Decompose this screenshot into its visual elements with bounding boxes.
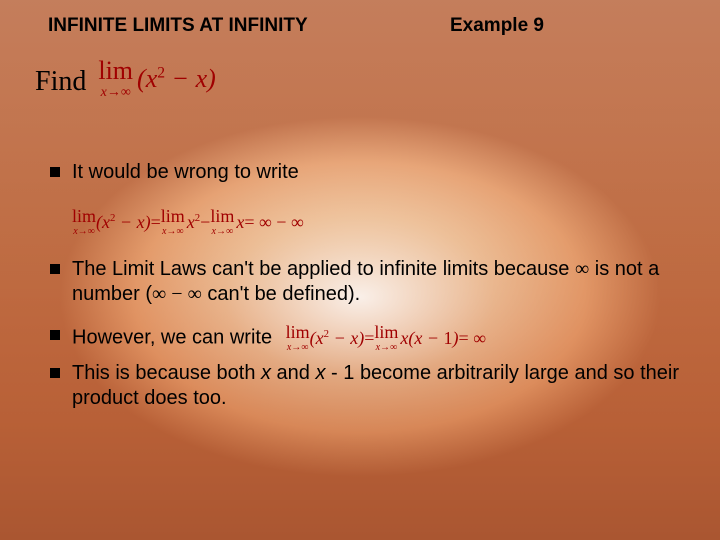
find-label: Find [35,66,86,98]
eq-2: = ∞ [459,327,486,350]
bullet-marker-icon [50,330,60,340]
lim-text: lim [210,207,234,225]
t2-body: x [236,212,244,233]
lim-1: lim x→∞ [72,207,96,237]
lhs-body: (x2 − x) [310,327,365,350]
infinity-minus-infinity: ∞ − ∞ [152,283,202,305]
bullet-1-text: It would be wrong to write [72,160,690,185]
b4-mid: and [271,362,315,384]
limit-symbol: lim x→∞ [98,58,133,100]
t1-body: x(x − 1) [400,327,458,350]
lim-subscript: x→∞ [101,86,131,100]
body: It would be wrong to write lim x→∞ (x2 −… [50,160,690,427]
eq-1: = [364,327,374,350]
b2-post: can't be defined). [202,283,360,305]
bullet-4-text: This is because both x and x - 1 become … [72,361,690,411]
correct-equation: lim x→∞ (x2 − x) = lim x→∞ x(x − 1) = ∞ [286,323,486,353]
b3-text: However, we can write [72,326,272,348]
lim-text: lim [161,207,185,225]
bullet-3: However, we can write lim x→∞ (x2 − x) =… [50,323,690,353]
main-limit-expression: lim x→∞ (x2 − x) [98,58,215,100]
bullet-2-text: The Limit Laws can't be applied to infin… [72,257,690,307]
example-label: Example 9 [450,15,544,37]
lim-4: lim x→∞ [286,323,310,353]
bullet-3-text: However, we can write lim x→∞ (x2 − x) =… [72,323,690,353]
lhs-body: (x2 − x) [96,212,151,233]
bullet-4: This is because both x and x - 1 become … [50,361,690,411]
lim-3: lim x→∞ [210,207,234,237]
eq-1: = [151,212,161,233]
eq-2: = ∞ − ∞ [244,212,303,233]
bullet-marker-icon [50,167,60,177]
b2-pre: The Limit Laws can't be applied to infin… [72,258,575,280]
bullet-marker-icon [50,264,60,274]
lim-text: lim [374,323,398,341]
slide: INFINITE LIMITS AT INFINITY Example 9 Fi… [0,0,720,540]
bullet-marker-icon [50,368,60,378]
lim-sub: x→∞ [287,343,309,353]
t1-body: x2 [187,212,200,233]
limit-body: (x2 − x) [137,64,216,94]
lim-text: lim [98,58,133,84]
bullet-1: It would be wrong to write [50,160,690,185]
lim-sub: x→∞ [162,227,184,237]
find-line: Find lim x→∞ (x2 − x) [35,58,216,100]
section-title: INFINITE LIMITS AT INFINITY [48,15,308,37]
x-var: x [261,362,271,384]
x-var: x [315,362,325,384]
lim-sub: x→∞ [212,227,234,237]
wrong-equation: lim x→∞ (x2 − x) = lim x→∞ x2 − lim x→∞ … [72,207,304,237]
lim-text: lim [72,207,96,225]
lim-sub: x→∞ [376,343,398,353]
lim-5: lim x→∞ [374,323,398,353]
bullet-2: The Limit Laws can't be applied to infin… [50,257,690,307]
b4-pre: This is because both [72,362,261,384]
minus: − [200,212,210,233]
lim-text: lim [286,323,310,341]
lim-2: lim x→∞ [161,207,185,237]
lim-sub: x→∞ [73,227,95,237]
infinity-symbol: ∞ [575,258,589,280]
